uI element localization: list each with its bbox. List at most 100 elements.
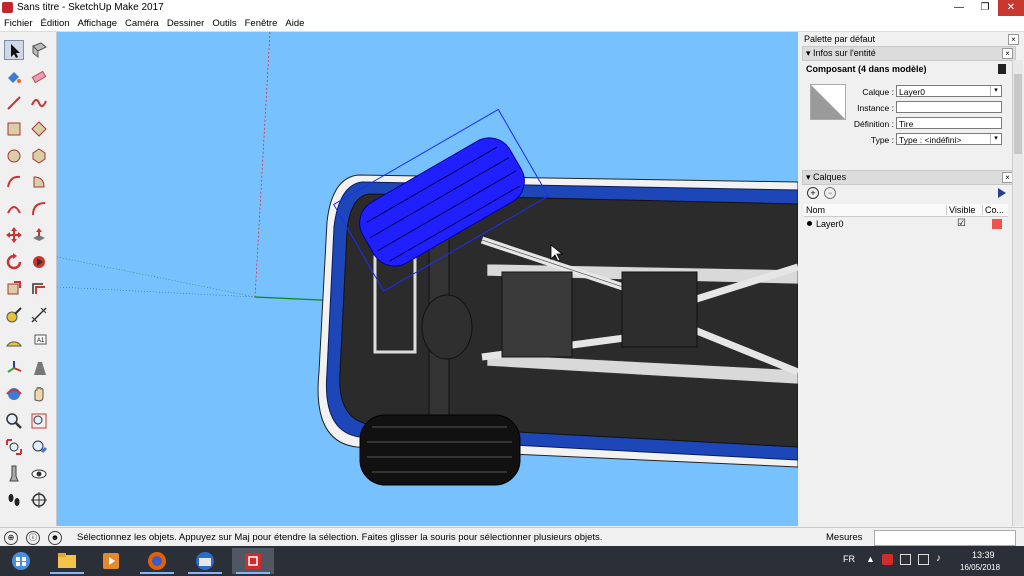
dimension-tool-icon[interactable]	[29, 305, 49, 325]
push-pull-tool-icon[interactable]	[29, 225, 49, 245]
remove-layer-icon[interactable]: −	[824, 187, 836, 199]
scale-tool-icon[interactable]	[4, 278, 24, 298]
pie-tool-icon[interactable]	[29, 172, 49, 192]
menu-camera[interactable]: Caméra	[121, 16, 163, 31]
geo-location-icon[interactable]: ⊕	[4, 531, 18, 545]
tray-close-button[interactable]: ×	[1008, 34, 1019, 45]
rectangle-tool-icon[interactable]	[4, 119, 24, 139]
zoom-window-tool-icon[interactable]	[29, 411, 49, 431]
offset-tool-icon[interactable]	[29, 278, 49, 298]
layer-color-swatch[interactable]	[992, 219, 1002, 229]
menu-fichier[interactable]: Fichier	[0, 16, 37, 31]
entity-info-title: Infos sur l'entité	[813, 48, 876, 58]
action-center-icon[interactable]	[918, 554, 929, 565]
line-tool-icon[interactable]	[4, 93, 24, 113]
wheel-bottom	[359, 414, 521, 486]
acrobat-tray-icon[interactable]	[882, 554, 893, 565]
sketchup-taskbar-icon[interactable]	[232, 548, 274, 574]
move-tool-icon[interactable]	[4, 225, 24, 245]
red-axis-line	[254, 32, 271, 298]
freehand-tool-icon[interactable]	[29, 93, 49, 113]
layer-details-icon[interactable]	[998, 188, 1006, 198]
select-tool-icon[interactable]	[4, 40, 24, 60]
circle-tool-icon[interactable]	[4, 146, 24, 166]
blue-axis-dotted	[57, 286, 256, 298]
status-message: Sélectionnez les objets. Appuyez sur Maj…	[77, 532, 603, 543]
window-title: Sans titre - SketchUp Make 2017	[17, 2, 164, 13]
layers-header[interactable]: ▾ Calques ×	[802, 170, 1016, 185]
column-color[interactable]: Co...	[982, 205, 1004, 215]
language-indicator[interactable]: FR	[843, 554, 855, 564]
position-camera-tool-icon[interactable]	[4, 464, 24, 484]
component-options-icon[interactable]	[998, 64, 1006, 74]
menu-aide[interactable]: Aide	[281, 16, 308, 31]
column-visible[interactable]: Visible	[946, 205, 975, 215]
default-tray: Palette par défaut × ▾ Infos sur l'entit…	[800, 32, 1024, 526]
layer-name: Layer0	[816, 219, 844, 229]
clock-time[interactable]: 13:39	[972, 550, 995, 560]
eraser-tool-icon[interactable]	[29, 66, 49, 86]
axes-tool-icon[interactable]	[4, 358, 24, 378]
tray-expand-icon[interactable]: ▲	[866, 554, 875, 564]
drawing-viewport[interactable]	[57, 32, 798, 526]
follow-me-tool-icon[interactable]	[29, 252, 49, 272]
zoom-extents-tool-icon[interactable]	[4, 437, 24, 457]
user-icon[interactable]: ☻	[48, 531, 62, 545]
definition-input[interactable]: Tire	[896, 117, 1002, 129]
scrollbar-thumb[interactable]	[1014, 74, 1022, 154]
measurements-input[interactable]	[874, 530, 1016, 546]
menu-fenetre[interactable]: Fenêtre	[241, 16, 282, 31]
file-explorer-icon[interactable]	[46, 548, 88, 574]
menu-outils[interactable]: Outils	[208, 16, 240, 31]
network-icon[interactable]	[900, 554, 911, 565]
menu-affichage[interactable]: Affichage	[74, 16, 121, 31]
tray-scrollbar[interactable]	[1012, 60, 1023, 526]
active-layer-icon[interactable]	[807, 221, 812, 226]
zoom-tool-icon[interactable]	[4, 411, 24, 431]
add-layer-icon[interactable]: +	[807, 187, 819, 199]
sketchup-app-icon[interactable]	[2, 2, 13, 13]
look-around-tool-icon[interactable]	[29, 464, 49, 484]
pan-tool-icon[interactable]	[29, 384, 49, 404]
clock-date[interactable]: 16/05/2018	[960, 563, 1000, 572]
status-bar: ⊕ ⓘ ☻ Sélectionnez les objets. Appuyez s…	[0, 527, 1024, 547]
menu-dessiner[interactable]: Dessiner	[163, 16, 209, 31]
column-name[interactable]: Nom	[806, 205, 825, 215]
close-button[interactable]: ✕	[998, 0, 1024, 16]
arc-3pt-tool-icon[interactable]	[4, 199, 24, 219]
start-button[interactable]	[0, 548, 42, 574]
rotate-tool-icon[interactable]	[4, 252, 24, 272]
entity-heading: Composant (4 dans modèle)	[806, 64, 927, 74]
text-tool-icon[interactable]: A1	[29, 331, 49, 351]
arc-tool-icon[interactable]	[4, 172, 24, 192]
layer-row[interactable]: Layer0 ☑	[804, 218, 1008, 231]
section-plane-tool-icon[interactable]	[29, 490, 49, 510]
polygon-tool-icon[interactable]	[29, 146, 49, 166]
rotated-rectangle-tool-icon[interactable]	[29, 119, 49, 139]
layer-visible-checkbox[interactable]: ☑	[957, 218, 966, 229]
layer-select[interactable]: Layer0 ▾	[896, 85, 1002, 97]
firefox-icon[interactable]	[136, 548, 178, 574]
credits-icon[interactable]: ⓘ	[26, 531, 40, 545]
tape-measure-tool-icon[interactable]	[4, 305, 24, 325]
orbit-tool-icon[interactable]	[4, 384, 24, 404]
media-player-icon[interactable]	[90, 548, 132, 574]
paint-bucket-tool-icon[interactable]	[4, 66, 24, 86]
maximize-button[interactable]: ❐	[972, 0, 998, 16]
model-scene	[57, 32, 798, 486]
previous-tool-icon[interactable]	[29, 437, 49, 457]
3d-text-tool-icon[interactable]	[29, 358, 49, 378]
minimize-button[interactable]: —	[946, 0, 972, 16]
type-select[interactable]: Type : <indéfini> ▾	[896, 133, 1002, 145]
entity-info-header[interactable]: ▾ Infos sur l'entité ×	[802, 46, 1016, 61]
volume-icon[interactable]: ♪	[936, 553, 941, 564]
make-component-tool-icon[interactable]	[29, 40, 49, 60]
entity-info-close-button[interactable]: ×	[1002, 48, 1013, 59]
differential	[421, 294, 473, 360]
protractor-tool-icon[interactable]	[4, 331, 24, 351]
walk-tool-icon[interactable]	[4, 490, 24, 510]
instance-input[interactable]	[896, 101, 1002, 113]
arc-2pt-tool-icon[interactable]	[29, 199, 49, 219]
thunderbird-icon[interactable]	[184, 548, 226, 574]
menu-edition[interactable]: Édition	[37, 16, 74, 31]
